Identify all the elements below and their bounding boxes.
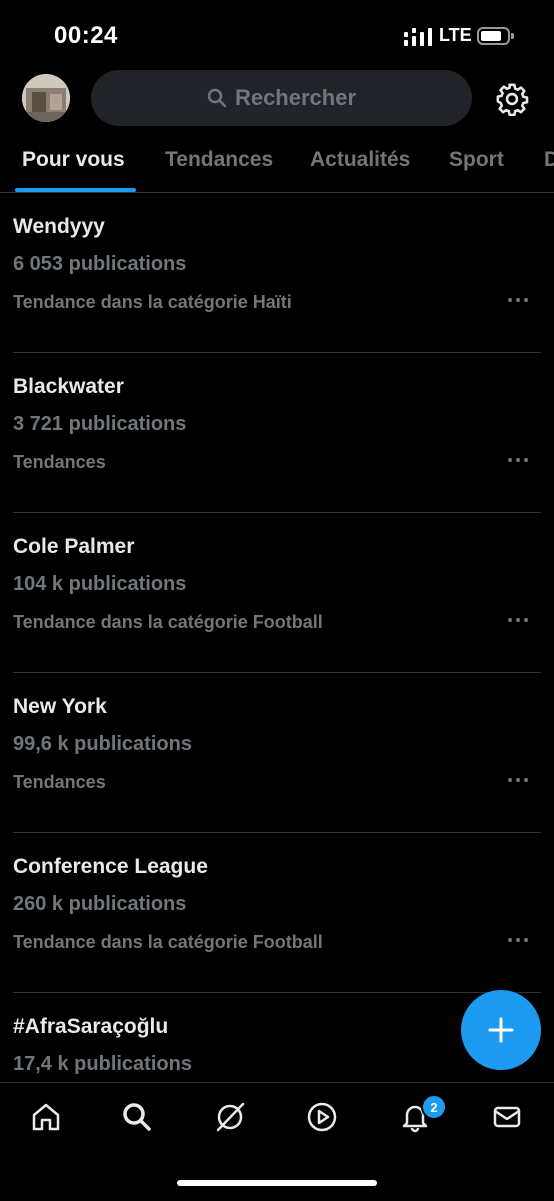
trend-item[interactable]: Wendyyy 6 053 publications Tendance dans… [0,193,554,353]
trend-count: 99,6 k publications [13,733,192,755]
network-label: LTE [439,25,472,45]
signal-icon [404,28,432,46]
trend-category: Tendance dans la catégorie Haïti [13,292,292,312]
tab-bar: Pour vous Tendances Actualités Sport D [0,140,554,193]
trend-category: Tendance dans la catégorie Football [13,932,323,952]
trend-name: Cole Palmer [13,535,135,558]
tab-pour-vous[interactable]: Pour vous [22,148,125,172]
trend-item[interactable]: Cole Palmer 104 k publications Tendance … [0,513,554,673]
home-indicator [177,1180,377,1186]
search-icon [123,1103,151,1131]
more-options-icon[interactable] [507,775,529,785]
trend-count: 260 k publications [13,893,187,915]
tab-sport[interactable]: Sport [449,148,504,172]
more-options-icon[interactable] [507,295,529,305]
search-placeholder: Rechercher [234,85,357,110]
tab-actualites[interactable]: Actualités [310,148,410,172]
active-tab-indicator [15,188,136,192]
profile-avatar[interactable] [22,74,70,122]
search-icon [207,88,227,108]
search-bar[interactable]: Rechercher [91,70,472,126]
trend-count: 3 721 publications [13,413,187,435]
more-options-icon[interactable] [507,615,529,625]
status-time: 00:24 [54,22,118,49]
trend-name: Blackwater [13,375,124,398]
trend-category: Tendances [13,772,106,792]
trend-name: Conference League [13,855,208,878]
trend-count: 104 k publications [13,573,187,595]
nav-home[interactable] [28,1099,64,1135]
plus-icon [488,1017,514,1043]
tab-partial[interactable]: D [544,148,554,172]
play-icon [307,1102,337,1132]
nav-grok[interactable] [212,1099,248,1135]
messages-icon [493,1106,521,1128]
trend-category: Tendances [13,452,106,472]
more-options-icon[interactable] [507,455,529,465]
tab-tendances[interactable]: Tendances [165,148,273,172]
nav-messages[interactable] [489,1099,525,1135]
battery-icon [477,27,514,45]
nav-video[interactable] [304,1099,340,1135]
more-options-icon[interactable] [507,935,529,945]
trend-count: 17,4 k publications [13,1053,192,1075]
compose-button[interactable] [461,990,541,1070]
trend-name: #AfraSaraçoğlu [13,1015,169,1038]
trend-name: New York [13,695,107,718]
trend-name: Wendyyy [13,215,105,238]
status-bar: 00:24 LTE [0,0,554,70]
grok-icon [216,1102,245,1132]
settings-gear-icon[interactable] [495,82,529,116]
notifications-badge: 2 [421,1094,447,1120]
home-icon [32,1103,60,1131]
trend-item[interactable]: New York 99,6 k publications Tendances [0,673,554,833]
trend-item[interactable]: Blackwater 3 721 publications Tendances [0,353,554,513]
trend-category: Tendance dans la catégorie Football [13,612,323,632]
nav-search[interactable] [119,1099,155,1135]
trend-item[interactable]: Conference League 260 k publications Ten… [0,833,554,993]
trend-count: 6 053 publications [13,253,187,275]
